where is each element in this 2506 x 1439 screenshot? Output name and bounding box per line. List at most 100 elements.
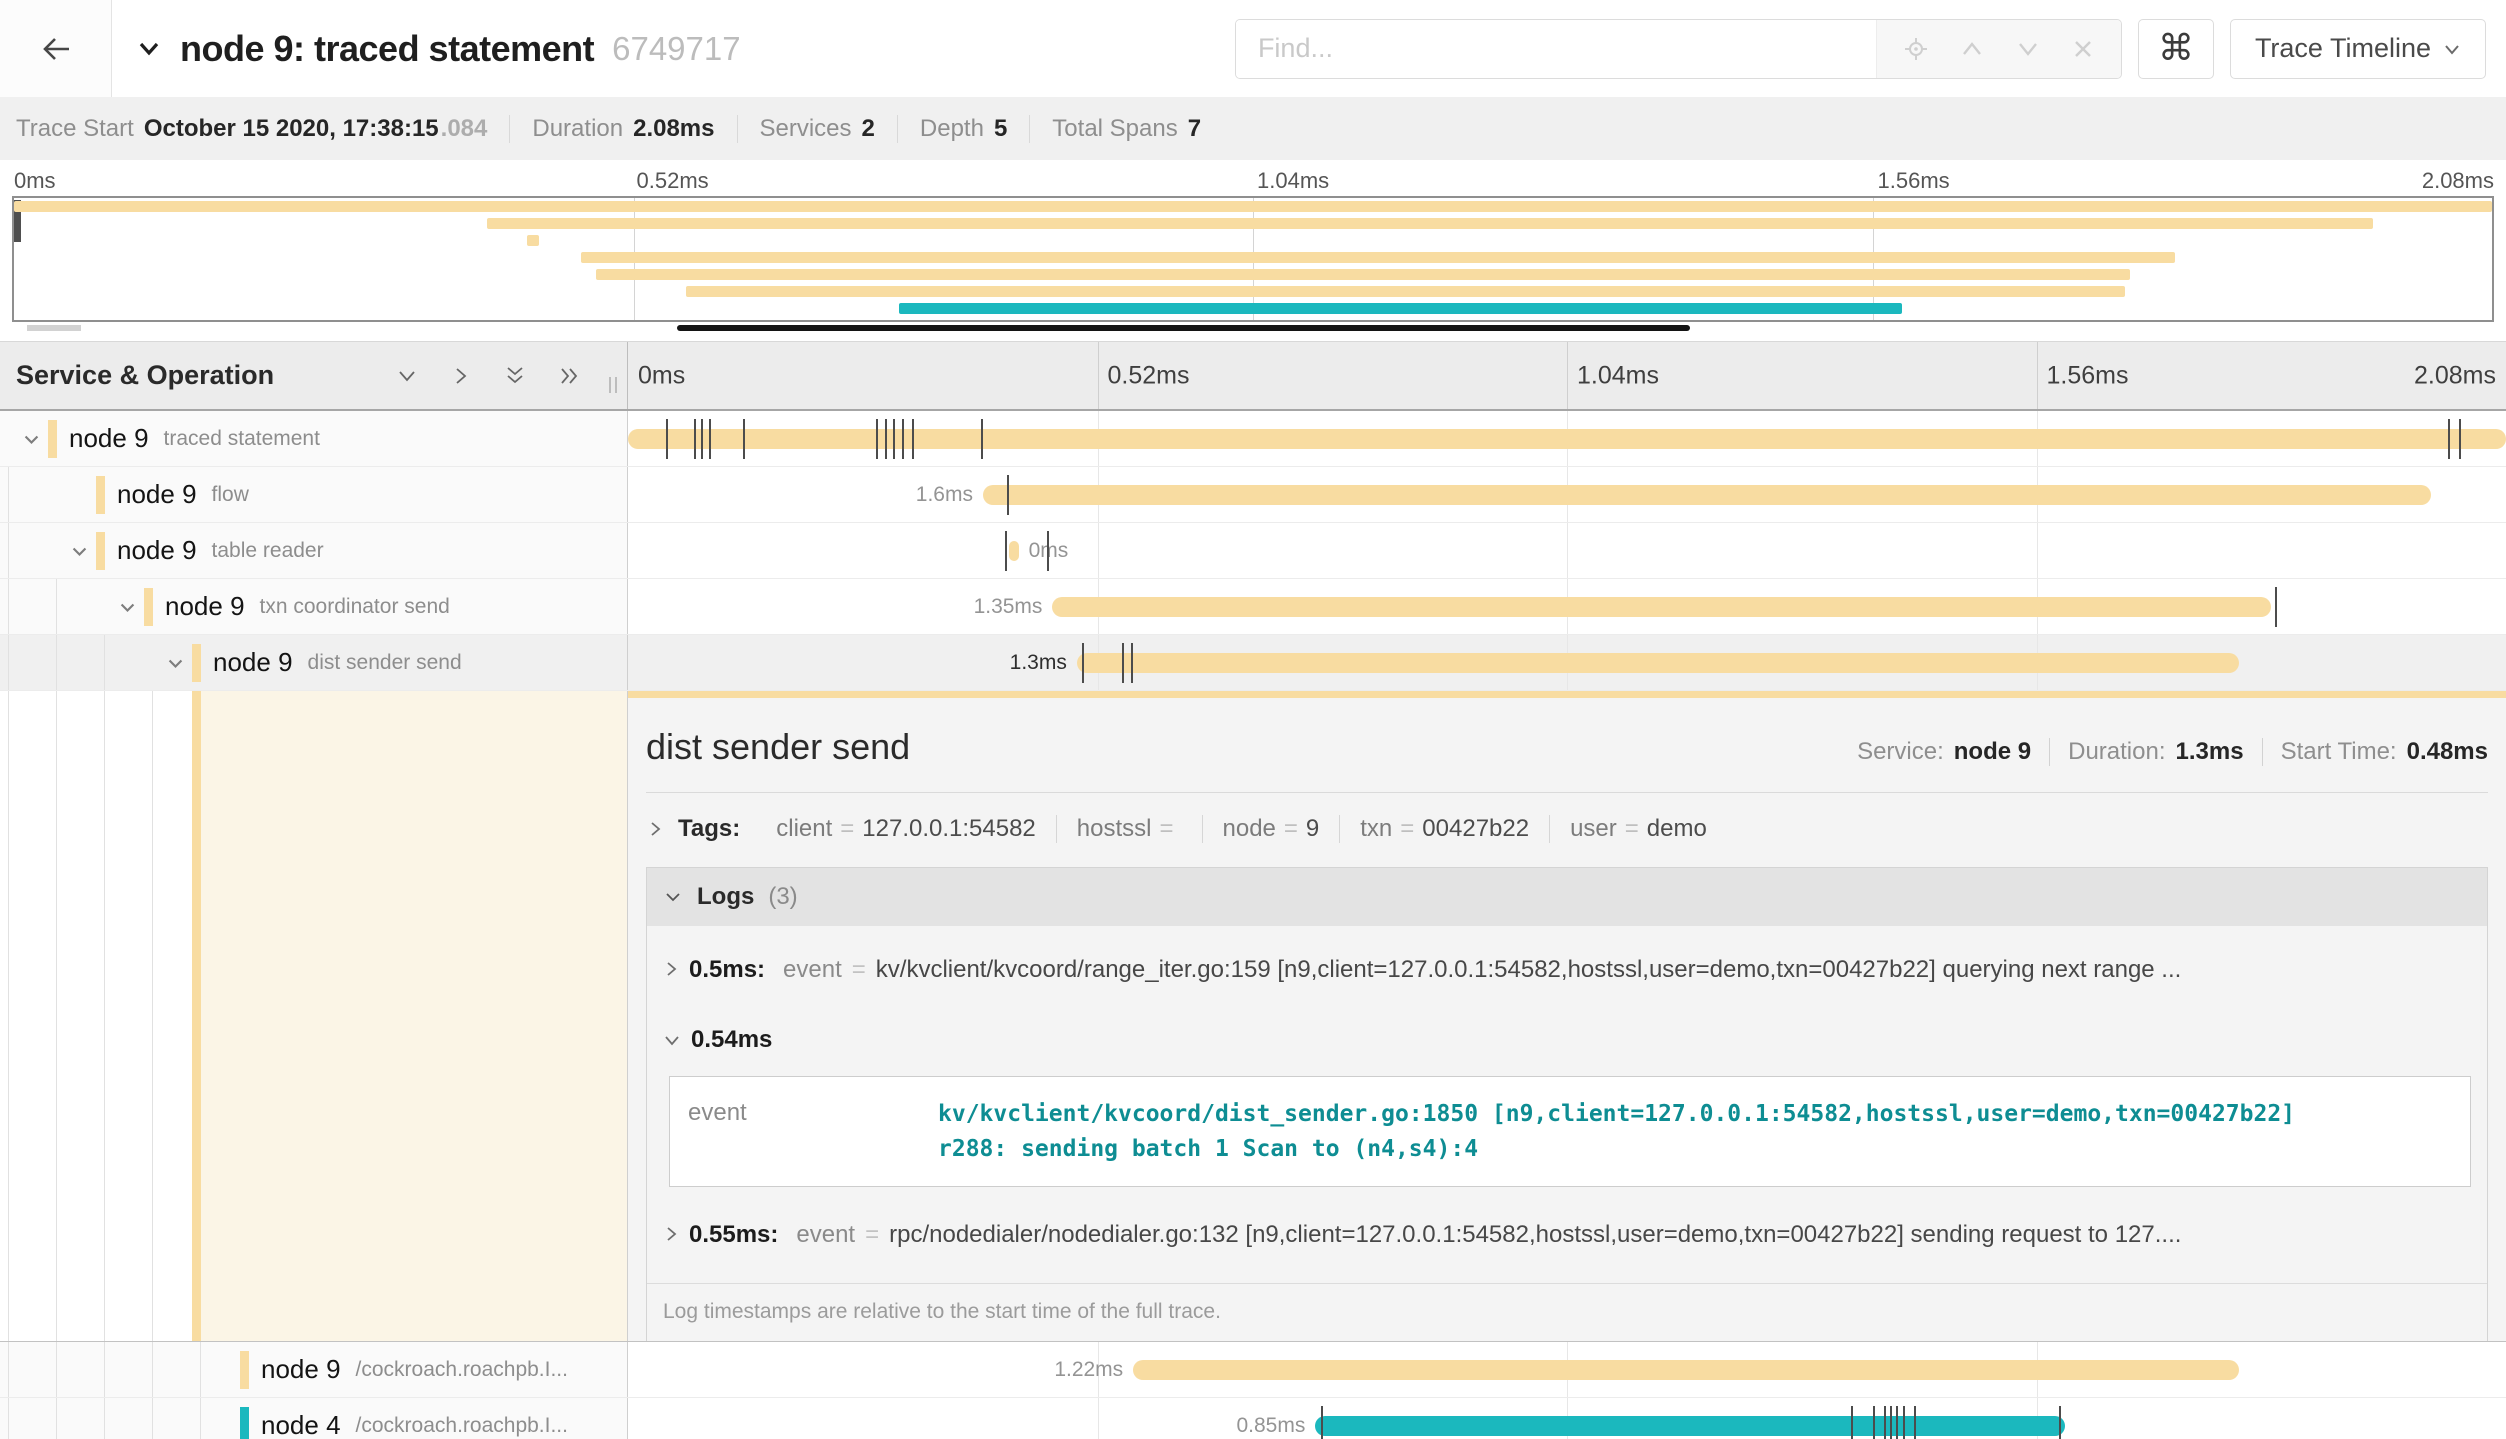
indent-guide (152, 1342, 153, 1397)
page-title: node 9: traced statement (180, 28, 594, 70)
span-bar[interactable] (1133, 1360, 2239, 1380)
span-row[interactable]: node 9 dist sender send 1.3ms (0, 635, 2506, 691)
span-collapse-chevron-icon[interactable] (166, 654, 185, 673)
selected-span-band (201, 691, 627, 1341)
span-row-timeline-cell[interactable] (628, 411, 2506, 466)
span-row-timeline-cell[interactable]: 1.6ms (628, 467, 2506, 522)
span-row-name-cell[interactable]: node 9 /cockroach.roachpb.I... (0, 1342, 628, 1397)
log-entry[interactable]: 0.5ms: event = kv/kvclient/kvcoord/range… (647, 926, 2487, 992)
span-row[interactable]: node 9 txn coordinator send 1.35ms (0, 579, 2506, 635)
keyboard-shortcuts-button[interactable]: ⌘ (2138, 19, 2214, 79)
indent-guide (8, 579, 9, 634)
span-event-tick (1890, 1406, 1892, 1439)
find-prev-icon[interactable] (1959, 38, 1985, 60)
header-controls: ⌘ Trace Timeline (1235, 19, 2506, 79)
span-row[interactable]: node 9 traced statement (0, 411, 2506, 467)
minimap-span-bar (581, 252, 2174, 263)
span-row[interactable]: node 9 flow 1.6ms (0, 467, 2506, 523)
span-row-name-cell[interactable]: node 9 table reader (0, 523, 628, 578)
jaeger-trace-view: node 9: traced statement 6749717 (0, 0, 2506, 1439)
trace-view-selector[interactable]: Trace Timeline (2230, 19, 2486, 79)
timeline-axis-header: 0ms 0.52ms 1.04ms 1.56ms 2.08ms (628, 342, 2506, 409)
span-event-tick (701, 419, 703, 459)
title-chevron-down-icon[interactable] (134, 34, 164, 64)
indent-guide (200, 1342, 201, 1397)
collapse-all-icon[interactable] (503, 363, 527, 389)
span-service-name: node 9 (69, 423, 149, 454)
tags-expand-chevron-icon[interactable] (646, 819, 664, 839)
span-row[interactable]: node 9 table reader 0ms (0, 523, 2506, 579)
find-input[interactable] (1236, 20, 1876, 78)
back-button[interactable] (0, 0, 112, 97)
span-row[interactable]: node 9 /cockroach.roachpb.I... 1.22ms (0, 1342, 2506, 1398)
span-row[interactable]: node 4 /cockroach.roachpb.I... 0.85ms (0, 1398, 2506, 1439)
log-entry[interactable]: 0.55ms: event = rpc/nodedialer/nodediale… (647, 1191, 2487, 1257)
indent-guide (8, 635, 9, 690)
span-color-chip (48, 420, 57, 458)
span-duration-label: 1.6ms (916, 467, 973, 522)
span-row-timeline-cell[interactable]: 0ms (628, 523, 2506, 578)
trace-start: Trace Start October 15 2020, 17:38:15.08… (16, 115, 509, 143)
span-service-name: node 9 (261, 1354, 341, 1385)
trace-depth: Depth 5 (897, 115, 1029, 143)
minimap-tick: 1.56ms (1878, 168, 1950, 194)
span-row-name-cell[interactable]: node 9 dist sender send (0, 635, 628, 690)
expand-one-icon[interactable] (449, 364, 473, 388)
span-collapse-chevron-icon[interactable] (70, 542, 89, 561)
span-bar[interactable] (1077, 653, 2239, 673)
span-event-tick (1047, 531, 1049, 571)
match-target-icon[interactable] (1903, 36, 1929, 62)
trace-minimap: 0ms 0.52ms 1.04ms 1.56ms 2.08ms (0, 160, 2506, 333)
indent-guide (152, 1398, 153, 1439)
span-row-name-cell[interactable]: node 9 txn coordinator send (0, 579, 628, 634)
span-bar[interactable] (1315, 1416, 2064, 1436)
tags-row[interactable]: Tags: client=127.0.0.1:54582 hostssl= no… (646, 815, 2488, 843)
expand-all-icon[interactable] (557, 364, 583, 388)
span-detail-panel: dist sender send Service: node 9 Duratio… (628, 691, 2506, 1341)
trace-total-spans: Total Spans 7 (1029, 115, 1223, 143)
axis-tick: 0.52ms (1108, 361, 1190, 390)
minimap-scroll-indicator[interactable] (677, 325, 1690, 331)
span-row-name-cell[interactable]: node 9 traced statement (0, 411, 628, 466)
span-collapse-chevron-icon[interactable] (22, 430, 41, 449)
span-row-name-cell[interactable]: node 9 flow (0, 467, 628, 522)
span-detail-title: dist sender send (646, 726, 910, 768)
minimap-canvas[interactable] (12, 196, 2494, 322)
axis-gridline (1567, 342, 1568, 409)
logs-collapse-chevron-icon (663, 888, 683, 906)
span-event-tick (1851, 1406, 1853, 1439)
span-rows-bottom: node 9 /cockroach.roachpb.I... 1.22ms no… (0, 1342, 2506, 1439)
span-row-timeline-cell[interactable]: 0.85ms (628, 1398, 2506, 1439)
indent-guide (8, 1342, 9, 1397)
log-collapse-chevron-icon (663, 1032, 681, 1048)
find-next-icon[interactable] (2015, 38, 2041, 60)
indent-guide (200, 1398, 201, 1439)
log-field-value: kv/kvclient/kvcoord/dist_sender.go:1850 … (920, 1077, 2320, 1186)
span-detail-stats: Service: node 9 Duration: 1.3ms Start Ti… (1857, 738, 2488, 766)
span-row-name-cell[interactable]: node 4 /cockroach.roachpb.I... (0, 1398, 628, 1439)
clear-find-icon[interactable] (2071, 37, 2095, 61)
span-event-tick (1914, 1406, 1916, 1439)
span-event-tick (1873, 1406, 1875, 1439)
logs-header[interactable]: Logs (3) (647, 868, 2487, 926)
log-entry-expanded[interactable]: 0.54ms (647, 992, 2487, 1066)
span-row-timeline-cell[interactable]: 1.35ms (628, 579, 2506, 634)
span-bar[interactable] (1052, 597, 2271, 617)
span-bar[interactable] (628, 429, 2506, 449)
service-operation-header: Service & Operation (0, 342, 628, 409)
indent-guide (8, 1398, 9, 1439)
span-service-name: node 9 (117, 535, 197, 566)
span-event-tick (1321, 1406, 1323, 1439)
collapse-one-icon[interactable] (395, 364, 419, 388)
axis-tick: 0ms (638, 361, 685, 390)
span-bar[interactable] (1009, 541, 1018, 561)
trace-duration: Duration 2.08ms (509, 115, 736, 143)
span-collapse-chevron-icon[interactable] (118, 598, 137, 617)
tag-item: txn=00427b22 (1339, 815, 1549, 843)
span-event-tick (893, 419, 895, 459)
column-resizer-grip[interactable] (609, 377, 617, 393)
span-row-timeline-cell[interactable]: 1.22ms (628, 1342, 2506, 1397)
span-bar[interactable] (983, 485, 2431, 505)
span-row-timeline-cell[interactable]: 1.3ms (628, 635, 2506, 690)
span-event-tick (1082, 643, 1084, 683)
